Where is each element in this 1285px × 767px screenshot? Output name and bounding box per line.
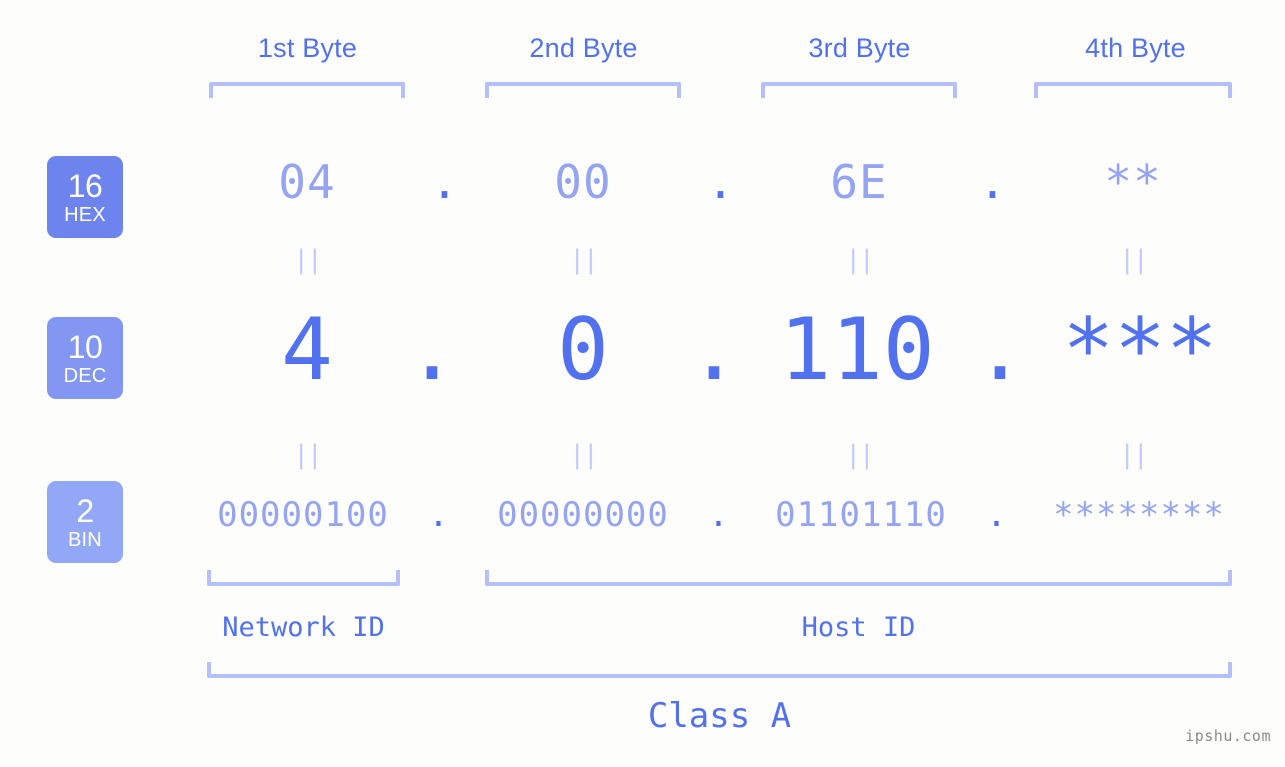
- base-badge-bin: 2 BIN: [47, 481, 123, 563]
- byte-bracket-top-3: [761, 82, 957, 98]
- bin-separator-1: .: [428, 495, 450, 535]
- base-badge-dec-label: DEC: [63, 364, 107, 387]
- byte-header-3: 3rd Byte: [808, 33, 911, 63]
- equality-mark-dec-bin-3: ||: [845, 440, 874, 470]
- bin-byte-3: 01101110: [775, 495, 947, 535]
- base-badge-dec-number: 10: [67, 328, 103, 365]
- equality-mark-dec-bin-4: ||: [1119, 440, 1148, 470]
- hex-byte-1: 04: [278, 155, 336, 209]
- equality-mark-hex-dec-1: ||: [293, 245, 322, 275]
- base-badge-bin-number: 2: [76, 492, 94, 529]
- hex-separator-3: .: [978, 155, 1008, 209]
- hex-byte-3: 6E: [830, 155, 888, 209]
- network-id-bracket: [207, 570, 400, 586]
- class-label: Class A: [647, 696, 792, 736]
- dec-byte-3: 110: [779, 300, 935, 400]
- host-id-label: Host ID: [801, 612, 916, 643]
- dec-byte-4: ***: [1062, 300, 1218, 400]
- bin-separator-3: .: [986, 495, 1008, 535]
- base-badge-dec: 10 DEC: [47, 317, 123, 399]
- dec-byte-1: 4: [281, 300, 333, 400]
- equality-mark-hex-dec-3: ||: [845, 245, 874, 275]
- base-badge-hex-label: HEX: [64, 203, 106, 226]
- byte-bracket-top-1: [209, 82, 405, 98]
- equality-mark-dec-bin-1: ||: [293, 440, 322, 470]
- site-watermark: ipshu.com: [1185, 727, 1271, 745]
- bin-byte-1: 00000100: [217, 495, 389, 535]
- ip-address-breakdown-diagram: 1st Byte 2nd Byte 3rd Byte 4th Byte 16 H…: [0, 0, 1285, 767]
- dec-separator-2: .: [688, 300, 740, 400]
- dec-separator-3: .: [974, 300, 1026, 400]
- network-id-label: Network ID: [222, 612, 385, 643]
- byte-header-4: 4th Byte: [1085, 33, 1186, 63]
- host-id-bracket: [485, 570, 1232, 586]
- hex-byte-4: **: [1104, 155, 1162, 209]
- bin-separator-2: .: [708, 495, 730, 535]
- base-badge-hex: 16 HEX: [47, 156, 123, 238]
- bin-byte-2: 00000000: [497, 495, 669, 535]
- base-badge-bin-label: BIN: [68, 528, 102, 551]
- hex-byte-2: 00: [554, 155, 612, 209]
- base-badge-hex-number: 16: [67, 167, 103, 204]
- hex-separator-1: .: [430, 155, 460, 209]
- hex-separator-2: .: [706, 155, 736, 209]
- dec-byte-2: 0: [557, 300, 609, 400]
- byte-bracket-top-4: [1034, 82, 1232, 98]
- equality-mark-dec-bin-2: ||: [569, 440, 598, 470]
- bin-byte-4: ********: [1053, 495, 1225, 535]
- class-bracket: [207, 662, 1232, 678]
- equality-mark-hex-dec-4: ||: [1119, 245, 1148, 275]
- dec-separator-1: .: [406, 300, 458, 400]
- equality-mark-hex-dec-2: ||: [569, 245, 598, 275]
- byte-bracket-top-2: [485, 82, 681, 98]
- byte-header-2: 2nd Byte: [529, 33, 638, 63]
- byte-header-1: 1st Byte: [257, 33, 358, 63]
